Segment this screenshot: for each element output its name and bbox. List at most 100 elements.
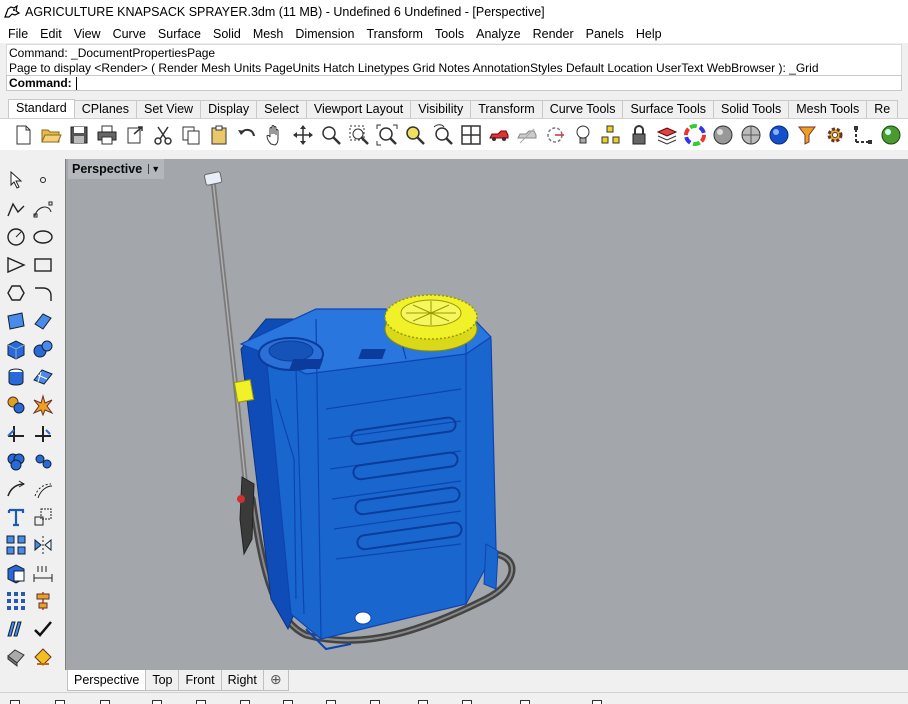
- tab-top[interactable]: Top: [145, 670, 180, 691]
- gumball-icon[interactable]: [849, 122, 877, 148]
- polygon-icon[interactable]: [3, 280, 29, 306]
- layer-icon[interactable]: [653, 122, 681, 148]
- command-input[interactable]: [75, 76, 776, 90]
- cylinder-icon[interactable]: [3, 364, 29, 390]
- align-icon[interactable]: [30, 588, 56, 614]
- pan-icon[interactable]: [261, 122, 289, 148]
- scale-icon[interactable]: [30, 504, 56, 530]
- menu-edit[interactable]: Edit: [34, 27, 68, 41]
- open-icon[interactable]: [37, 122, 65, 148]
- menu-curve[interactable]: Curve: [107, 27, 152, 41]
- ghosted-icon[interactable]: [513, 122, 541, 148]
- text-icon[interactable]: [3, 504, 29, 530]
- split-icon[interactable]: [30, 420, 56, 446]
- paste-icon[interactable]: [205, 122, 233, 148]
- osnap-checkbox[interactable]: [55, 700, 65, 704]
- tab-curve-tools[interactable]: Curve Tools: [541, 100, 624, 118]
- zoom-icon[interactable]: [317, 122, 345, 148]
- osnap-checkbox[interactable]: [152, 700, 162, 704]
- import-icon[interactable]: [121, 122, 149, 148]
- rendered-ball-icon[interactable]: [877, 122, 905, 148]
- osnap-checkbox[interactable]: [520, 700, 530, 704]
- select-filter-icon[interactable]: [793, 122, 821, 148]
- options-gear-icon[interactable]: [821, 122, 849, 148]
- menu-dimension[interactable]: Dimension: [289, 27, 360, 41]
- trim-icon[interactable]: [3, 420, 29, 446]
- menu-render[interactable]: Render: [527, 27, 580, 41]
- box-icon[interactable]: [3, 336, 29, 362]
- tab-cplanes[interactable]: CPlanes: [73, 100, 137, 118]
- rectangle-icon[interactable]: [30, 252, 56, 278]
- osnap-checkbox[interactable]: [196, 700, 206, 704]
- osnap-checkbox[interactable]: [10, 700, 20, 704]
- point-icon[interactable]: [30, 167, 56, 193]
- osnap-checkbox[interactable]: [240, 700, 250, 704]
- fillet-icon[interactable]: [3, 476, 29, 502]
- rotate-view-icon[interactable]: [289, 122, 317, 148]
- undo-icon[interactable]: [233, 122, 261, 148]
- surface-from-points-icon[interactable]: [3, 308, 29, 334]
- four-viewports-icon[interactable]: [457, 122, 485, 148]
- boolean-icon[interactable]: [3, 392, 29, 418]
- group-icon[interactable]: [3, 532, 29, 558]
- print-icon[interactable]: [93, 122, 121, 148]
- render-icon[interactable]: [30, 644, 56, 670]
- menu-file[interactable]: File: [2, 27, 34, 41]
- menu-panels[interactable]: Panels: [580, 27, 630, 41]
- ellipse-icon[interactable]: [30, 224, 56, 250]
- color-wheel-icon[interactable]: [681, 122, 709, 148]
- menu-surface[interactable]: Surface: [152, 27, 207, 41]
- perspective-viewport[interactable]: Perspective ▼: [65, 159, 908, 670]
- polyline-icon[interactable]: [3, 196, 29, 222]
- arc-icon[interactable]: [3, 252, 29, 278]
- menu-analyze[interactable]: Analyze: [470, 27, 526, 41]
- menu-help[interactable]: Help: [630, 27, 668, 41]
- extrude-surface-icon[interactable]: [30, 308, 56, 334]
- tab-visibility[interactable]: Visibility: [410, 100, 472, 118]
- tab-surface-tools[interactable]: Surface Tools: [622, 100, 714, 118]
- select-arrow-icon[interactable]: [3, 167, 29, 193]
- explode-icon[interactable]: [30, 392, 56, 418]
- tab-perspective[interactable]: Perspective: [67, 670, 147, 691]
- curve-cv-icon[interactable]: [30, 196, 56, 222]
- osnap-checkbox[interactable]: [418, 700, 428, 704]
- menu-tools[interactable]: Tools: [429, 27, 470, 41]
- cut-icon[interactable]: [149, 122, 177, 148]
- copy-icon[interactable]: [177, 122, 205, 148]
- circle-icon[interactable]: [3, 224, 29, 250]
- viewport-dropdown-icon[interactable]: ▼: [148, 164, 160, 174]
- points-on-icon[interactable]: [30, 448, 56, 474]
- tab-viewport-layout[interactable]: Viewport Layout: [305, 100, 412, 118]
- tab-standard[interactable]: Standard: [8, 99, 75, 118]
- tab-right[interactable]: Right: [220, 670, 264, 691]
- car-icon[interactable]: [485, 122, 513, 148]
- light-icon[interactable]: [569, 122, 597, 148]
- viewport-title[interactable]: Perspective ▼: [68, 159, 165, 179]
- section-icon[interactable]: [3, 616, 29, 642]
- tab-render-tools[interactable]: Re: [866, 100, 899, 118]
- osnap-checkbox[interactable]: [283, 700, 293, 704]
- rotate-icon[interactable]: [429, 122, 457, 148]
- tab-mesh-tools[interactable]: Mesh Tools: [788, 100, 868, 118]
- box-edit-icon[interactable]: [3, 560, 29, 586]
- check-icon[interactable]: [30, 616, 56, 642]
- mesh-plane-icon[interactable]: [30, 364, 56, 390]
- tab-transform[interactable]: Transform: [470, 100, 543, 118]
- osnap-checkbox[interactable]: [592, 700, 602, 704]
- boolean-union-icon[interactable]: [3, 448, 29, 474]
- add-viewport-tab-icon[interactable]: ⊕: [262, 670, 289, 691]
- sphere-icon[interactable]: [30, 336, 56, 362]
- zoom-selected-icon[interactable]: [401, 122, 429, 148]
- save-icon[interactable]: [65, 122, 93, 148]
- menu-mesh[interactable]: Mesh: [247, 27, 290, 41]
- rendered-sphere-icon[interactable]: [765, 122, 793, 148]
- osnap-checkbox[interactable]: [326, 700, 336, 704]
- analyze-icon[interactable]: [3, 644, 29, 670]
- dimension-icon[interactable]: [30, 560, 56, 586]
- points-icon[interactable]: [597, 122, 625, 148]
- shaded-sphere-icon[interactable]: [709, 122, 737, 148]
- mirror-icon[interactable]: [30, 532, 56, 558]
- ghosted-sphere-icon[interactable]: [737, 122, 765, 148]
- sprayer-model-render[interactable]: [66, 159, 908, 670]
- menu-view[interactable]: View: [68, 27, 107, 41]
